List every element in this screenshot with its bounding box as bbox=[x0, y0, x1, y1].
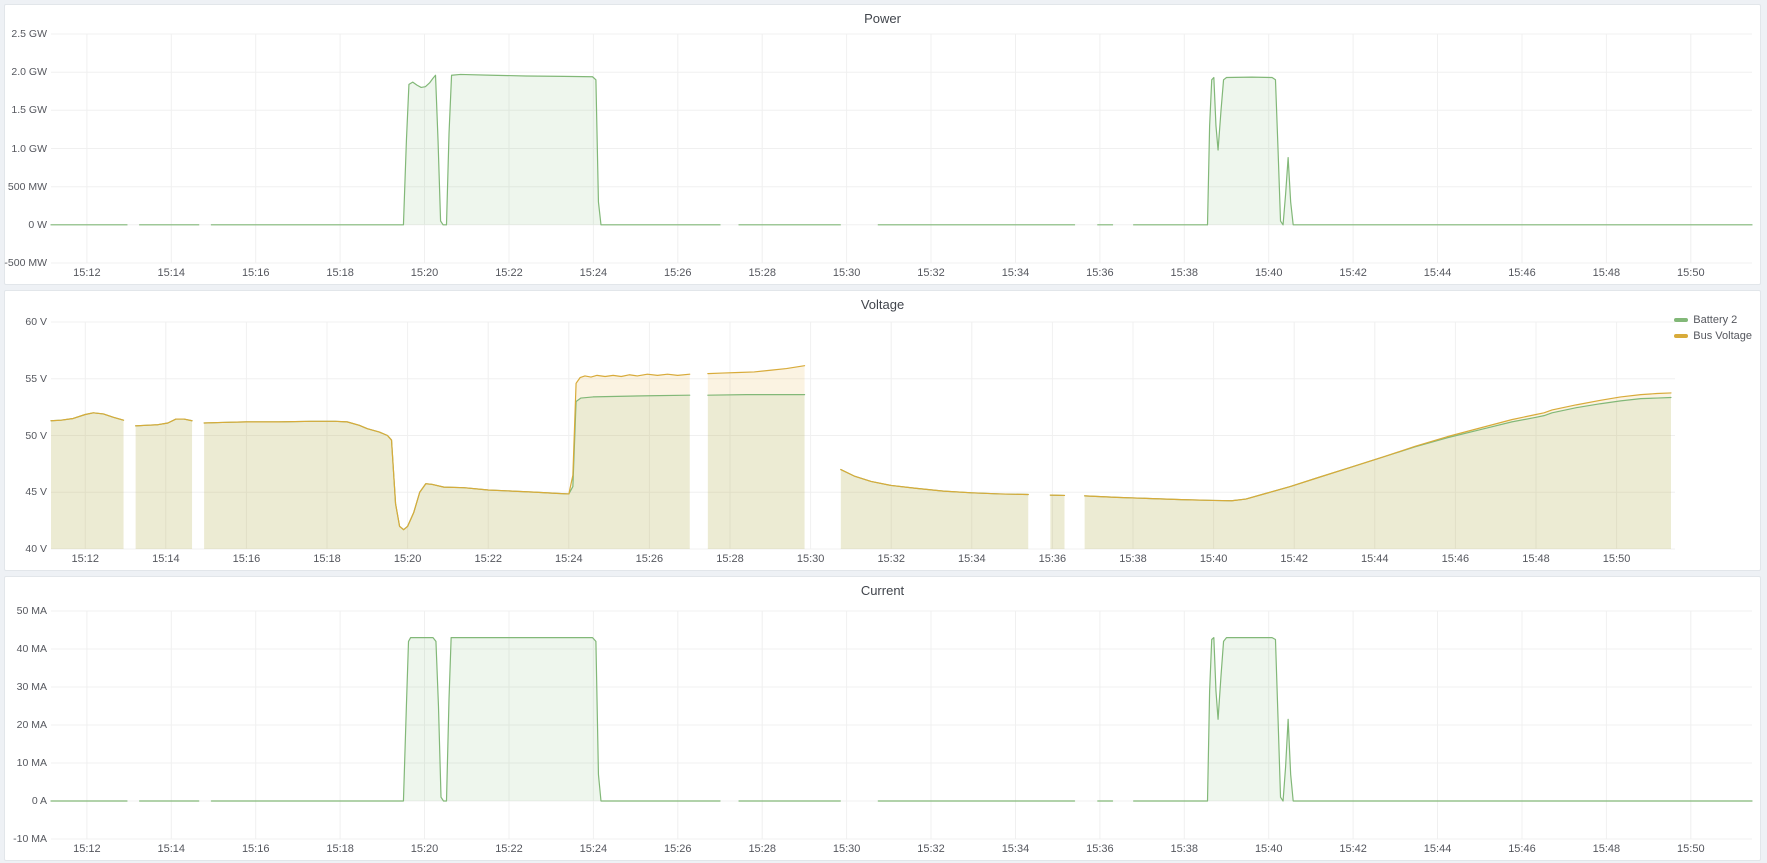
y-tick-label: 45 V bbox=[3, 486, 47, 498]
x-tick-label: 15:50 bbox=[1593, 553, 1641, 565]
x-tick-label: 15:28 bbox=[738, 843, 786, 855]
legend-label-battery-2: Battery 2 bbox=[1693, 313, 1737, 327]
y-tick-label: 500 MW bbox=[3, 181, 47, 193]
x-tick-label: 15:24 bbox=[569, 843, 617, 855]
voltage-panel-title[interactable]: Voltage bbox=[5, 297, 1760, 312]
x-tick-label: 15:14 bbox=[142, 553, 190, 565]
x-tick-label: 15:48 bbox=[1582, 843, 1630, 855]
x-tick-label: 15:28 bbox=[738, 267, 786, 279]
x-tick-label: 15:40 bbox=[1190, 553, 1238, 565]
x-tick-label: 15:18 bbox=[303, 553, 351, 565]
x-tick-label: 15:38 bbox=[1160, 267, 1208, 279]
x-tick-label: 15:32 bbox=[867, 553, 915, 565]
x-tick-label: 15:46 bbox=[1498, 267, 1546, 279]
current-chart-svg bbox=[5, 577, 1758, 858]
power-panel-title[interactable]: Power bbox=[5, 11, 1760, 26]
x-tick-label: 15:12 bbox=[61, 553, 109, 565]
power-chart[interactable]: 2.5 GW 2.0 GW 1.5 GW 1.0 GW 500 MW 0 W -500 MW… bbox=[5, 5, 1760, 284]
x-tick-label: 15:32 bbox=[907, 267, 955, 279]
y-tick-label: 60 V bbox=[3, 316, 47, 328]
x-tick-label: 15:28 bbox=[706, 553, 754, 565]
x-tick-label: 15:42 bbox=[1270, 553, 1318, 565]
x-tick-label: 15:22 bbox=[485, 267, 533, 279]
x-tick-label: 15:12 bbox=[63, 267, 111, 279]
x-tick-label: 15:32 bbox=[907, 843, 955, 855]
x-tick-label: 15:18 bbox=[316, 843, 364, 855]
current-panel-title[interactable]: Current bbox=[5, 583, 1760, 598]
y-tick-label: 40 V bbox=[3, 543, 47, 555]
x-tick-label: 15:46 bbox=[1431, 553, 1479, 565]
x-tick-label: 15:44 bbox=[1414, 843, 1462, 855]
legend-label-bus-voltage: Bus Voltage bbox=[1693, 329, 1752, 343]
x-tick-label: 15:50 bbox=[1667, 843, 1715, 855]
x-tick-label: 15:40 bbox=[1245, 267, 1293, 279]
x-tick-label: 15:40 bbox=[1245, 843, 1293, 855]
y-tick-label: 0 A bbox=[3, 795, 47, 807]
legend: Battery 2 Bus Voltage bbox=[1674, 313, 1752, 343]
x-tick-label: 15:34 bbox=[948, 553, 996, 565]
x-tick-label: 15:14 bbox=[147, 843, 195, 855]
battery-2-series-swatch bbox=[1674, 318, 1688, 322]
power-chart-svg bbox=[5, 5, 1758, 282]
y-tick-label: 40 MA bbox=[3, 643, 47, 655]
x-tick-label: 15:48 bbox=[1582, 267, 1630, 279]
voltage-chart[interactable]: 60 V 55 V 50 V 45 V 40 V 15:12 15:14 15:16 15:18… bbox=[5, 291, 1760, 570]
x-tick-label: 15:12 bbox=[63, 843, 111, 855]
x-tick-label: 15:36 bbox=[1076, 843, 1124, 855]
x-tick-label: 15:30 bbox=[823, 267, 871, 279]
x-tick-label: 15:22 bbox=[485, 843, 533, 855]
current-panel: Current 50 MA 40 MA 30 MA 20 MA 10 MA 0 A -10 … bbox=[4, 576, 1761, 861]
bus-voltage-series-swatch bbox=[1674, 334, 1688, 338]
x-tick-label: 15:22 bbox=[464, 553, 512, 565]
x-tick-label: 15:30 bbox=[787, 553, 835, 565]
x-tick-label: 15:50 bbox=[1667, 267, 1715, 279]
legend-item-bus-voltage[interactable]: Bus Voltage bbox=[1674, 329, 1752, 343]
y-tick-label: 10 MA bbox=[3, 757, 47, 769]
x-tick-label: 15:44 bbox=[1351, 553, 1399, 565]
y-tick-label: -500 MW bbox=[3, 257, 47, 269]
x-tick-label: 15:34 bbox=[991, 267, 1039, 279]
x-tick-label: 15:44 bbox=[1414, 267, 1462, 279]
y-tick-label: 50 MA bbox=[3, 605, 47, 617]
y-tick-label: -10 MA bbox=[3, 833, 47, 845]
legend-item-battery-2[interactable]: Battery 2 bbox=[1674, 313, 1752, 327]
power-panel: Power 2.5 GW 2.0 GW 1.5 GW 1.0 GW 500 MW 0 W -… bbox=[4, 4, 1761, 285]
x-tick-label: 15:24 bbox=[545, 553, 593, 565]
x-tick-label: 15:34 bbox=[991, 843, 1039, 855]
y-tick-label: 1.0 GW bbox=[3, 143, 47, 155]
x-tick-label: 15:48 bbox=[1512, 553, 1560, 565]
x-tick-label: 15:20 bbox=[401, 267, 449, 279]
voltage-panel: Voltage 60 V 55 V 50 V 45 V 40 V 15:12 15:14 15… bbox=[4, 290, 1761, 571]
x-tick-label: 15:42 bbox=[1329, 267, 1377, 279]
x-tick-label: 15:46 bbox=[1498, 843, 1546, 855]
x-tick-label: 15:18 bbox=[316, 267, 364, 279]
y-tick-label: 50 V bbox=[3, 430, 47, 442]
voltage-chart-svg bbox=[5, 291, 1758, 568]
x-tick-label: 15:16 bbox=[222, 553, 270, 565]
y-tick-label: 20 MA bbox=[3, 719, 47, 731]
x-tick-label: 15:24 bbox=[569, 267, 617, 279]
y-tick-label: 2.5 GW bbox=[3, 28, 47, 40]
x-tick-label: 15:30 bbox=[823, 843, 871, 855]
current-chart[interactable]: 50 MA 40 MA 30 MA 20 MA 10 MA 0 A -10 MA 15:12 1… bbox=[5, 577, 1760, 860]
x-tick-label: 15:26 bbox=[654, 267, 702, 279]
x-tick-label: 15:16 bbox=[232, 267, 280, 279]
x-tick-label: 15:38 bbox=[1109, 553, 1157, 565]
x-tick-label: 15:14 bbox=[147, 267, 195, 279]
y-tick-label: 1.5 GW bbox=[3, 104, 47, 116]
x-tick-label: 15:26 bbox=[625, 553, 673, 565]
x-tick-label: 15:36 bbox=[1076, 267, 1124, 279]
y-tick-label: 30 MA bbox=[3, 681, 47, 693]
x-tick-label: 15:38 bbox=[1160, 843, 1208, 855]
x-tick-label: 15:20 bbox=[401, 843, 449, 855]
y-tick-label: 0 W bbox=[3, 219, 47, 231]
y-tick-label: 2.0 GW bbox=[3, 66, 47, 78]
x-tick-label: 15:20 bbox=[384, 553, 432, 565]
x-tick-label: 15:26 bbox=[654, 843, 702, 855]
x-tick-label: 15:36 bbox=[1028, 553, 1076, 565]
x-tick-label: 15:16 bbox=[232, 843, 280, 855]
x-tick-label: 15:42 bbox=[1329, 843, 1377, 855]
y-tick-label: 55 V bbox=[3, 373, 47, 385]
